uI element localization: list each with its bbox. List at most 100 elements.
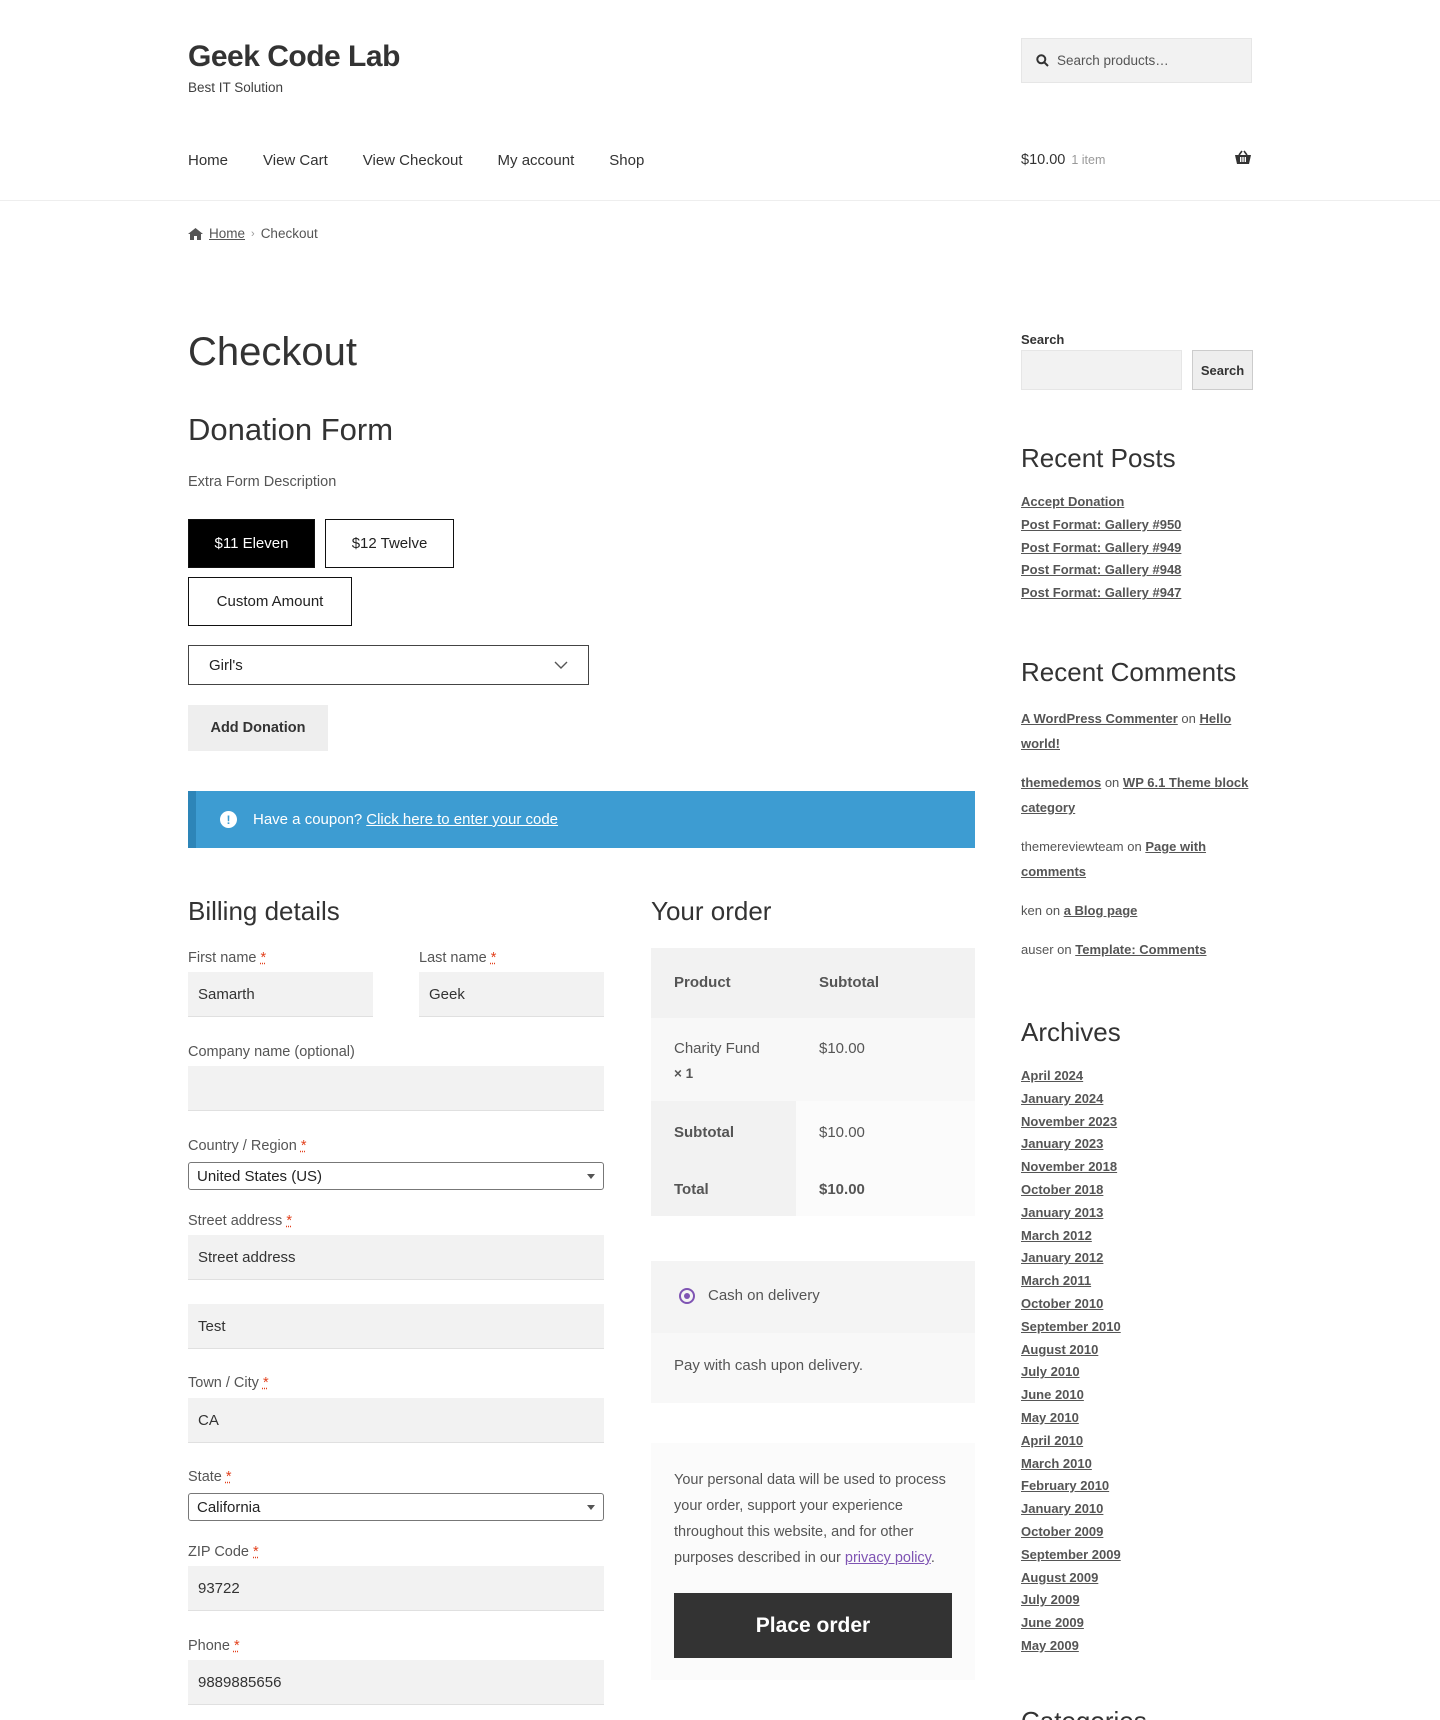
recent-comments-title: Recent Comments xyxy=(1021,657,1237,687)
recent-post-link[interactable]: Post Format: Gallery #948 xyxy=(1021,559,1261,582)
categories-title: Categories xyxy=(1021,1706,1147,1720)
col-subtotal-header: Subtotal xyxy=(819,974,879,991)
archive-link[interactable]: September 2009 xyxy=(1021,1544,1261,1567)
country-value: United States (US) xyxy=(197,1167,323,1185)
archive-link[interactable]: January 2012 xyxy=(1021,1247,1261,1270)
recent-comment-item: themedemos on WP 6.1 Theme block categor… xyxy=(1021,770,1251,820)
order-totals-labels xyxy=(651,1101,796,1216)
archive-link[interactable]: January 2010 xyxy=(1021,1498,1261,1521)
col-product-header: Product xyxy=(674,974,731,991)
place-order-button[interactable]: Place order xyxy=(674,1593,952,1658)
add-donation-button[interactable]: Add Donation xyxy=(188,705,328,751)
state-select[interactable]: California xyxy=(188,1493,604,1521)
nav-view-checkout[interactable]: View Checkout xyxy=(363,152,463,169)
archive-link[interactable]: February 2010 xyxy=(1021,1475,1261,1498)
archive-link[interactable]: June 2009 xyxy=(1021,1612,1261,1635)
basket-icon[interactable] xyxy=(1234,150,1252,169)
archive-link[interactable]: June 2010 xyxy=(1021,1384,1261,1407)
cod-label[interactable]: Cash on delivery xyxy=(708,1287,820,1304)
archive-link[interactable]: January 2013 xyxy=(1021,1202,1261,1225)
first-name-field[interactable]: Samarth xyxy=(188,972,373,1017)
page-title: Checkout xyxy=(188,330,357,374)
archive-link[interactable]: May 2009 xyxy=(1021,1635,1261,1658)
city-label: Town / City * xyxy=(188,1375,269,1391)
recent-post-link[interactable]: Accept Donation xyxy=(1021,491,1261,514)
subtotal-value: $10.00 xyxy=(819,1124,865,1141)
nav-my-account[interactable]: My account xyxy=(498,152,575,169)
last-name-field[interactable]: Geek xyxy=(419,972,604,1017)
archive-link[interactable]: January 2023 xyxy=(1021,1133,1261,1156)
archive-link[interactable]: May 2010 xyxy=(1021,1407,1261,1430)
archive-link[interactable]: October 2009 xyxy=(1021,1521,1261,1544)
archive-link[interactable]: July 2009 xyxy=(1021,1589,1261,1612)
coupon-text: Have a coupon? xyxy=(253,811,363,828)
nav-view-cart[interactable]: View Cart xyxy=(263,152,328,169)
info-icon: ! xyxy=(220,811,237,828)
archive-link[interactable]: March 2011 xyxy=(1021,1270,1261,1293)
archive-link[interactable]: March 2010 xyxy=(1021,1453,1261,1476)
archive-link[interactable]: April 2024 xyxy=(1021,1065,1261,1088)
nav-shop[interactable]: Shop xyxy=(609,152,644,169)
breadcrumb-separator: › xyxy=(251,227,255,240)
city-field[interactable]: CA xyxy=(188,1398,604,1443)
archives-list: April 2024 January 2024 November 2023 Janua… xyxy=(1021,1065,1261,1658)
privacy-policy-link[interactable]: privacy policy xyxy=(845,1550,931,1566)
archive-link[interactable]: August 2010 xyxy=(1021,1339,1261,1362)
zip-field[interactable]: 93722 xyxy=(188,1566,604,1611)
sidebar-search-label: Search xyxy=(1021,332,1065,347)
required-mark: * xyxy=(233,1638,240,1654)
amount-twelve-button[interactable]: $12 Twelve xyxy=(325,519,454,568)
zip-label: ZIP Code * xyxy=(188,1544,259,1560)
phone-field[interactable]: 9889885656 xyxy=(188,1660,604,1705)
required-mark: * xyxy=(260,950,267,966)
recent-post-link[interactable]: Post Format: Gallery #949 xyxy=(1021,537,1261,560)
archive-link[interactable]: November 2023 xyxy=(1021,1111,1261,1134)
chevron-down-icon xyxy=(554,661,568,669)
product-search-placeholder: Search products… xyxy=(1057,53,1169,68)
company-label: Company name (optional) xyxy=(188,1044,355,1060)
archive-link[interactable]: August 2009 xyxy=(1021,1567,1261,1590)
comment-author: ken xyxy=(1021,903,1042,918)
product-search-input[interactable]: Search products… xyxy=(1021,38,1252,83)
comment-author[interactable]: themedemos xyxy=(1021,775,1101,790)
order-item-qty: × 1 xyxy=(674,1066,694,1081)
sidebar-search-button[interactable]: Search xyxy=(1192,350,1253,390)
primary-nav: Home View Cart View Checkout My account … xyxy=(188,152,679,169)
last-name-label: Last name * xyxy=(419,950,497,966)
company-field[interactable] xyxy=(188,1066,604,1111)
country-select[interactable]: United States (US) xyxy=(188,1162,604,1190)
home-icon xyxy=(188,227,203,240)
order-item-price: $10.00 xyxy=(819,1040,865,1057)
country-label: Country / Region * xyxy=(188,1138,307,1154)
comment-post-link[interactable]: a Blog page xyxy=(1064,903,1138,918)
coupon-link[interactable]: Click here to enter your code xyxy=(366,811,558,828)
comment-post-link[interactable]: Template: Comments xyxy=(1075,942,1206,957)
sidebar-search-input[interactable] xyxy=(1021,350,1182,390)
recent-post-link[interactable]: Post Format: Gallery #950 xyxy=(1021,514,1261,537)
cart-count: 1 item xyxy=(1071,153,1106,167)
archive-link[interactable]: October 2010 xyxy=(1021,1293,1261,1316)
donation-cause-select[interactable]: Girl's xyxy=(188,645,589,685)
nav-home[interactable]: Home xyxy=(188,152,228,169)
coupon-notice: ! Have a coupon? Click here to enter you… xyxy=(188,791,975,848)
state-value: California xyxy=(197,1498,261,1516)
site-title[interactable]: Geek Code Lab xyxy=(188,40,400,74)
archive-link[interactable]: October 2018 xyxy=(1021,1179,1261,1202)
header-cart[interactable]: $10.00 1 item xyxy=(1021,152,1105,168)
payment-option-cod[interactable]: Cash on delivery xyxy=(651,1261,975,1333)
archive-link[interactable]: July 2010 xyxy=(1021,1361,1261,1384)
recent-post-link[interactable]: Post Format: Gallery #947 xyxy=(1021,582,1261,605)
archive-link[interactable]: November 2018 xyxy=(1021,1156,1261,1179)
cod-radio[interactable] xyxy=(679,1288,695,1304)
donation-cause-value: Girl's xyxy=(209,656,243,674)
street-address-line2-field[interactable]: Test xyxy=(188,1304,604,1349)
custom-amount-button[interactable]: Custom Amount xyxy=(188,577,352,626)
archive-link[interactable]: January 2024 xyxy=(1021,1088,1261,1111)
amount-eleven-button[interactable]: $11 Eleven xyxy=(188,519,315,568)
breadcrumb-home[interactable]: Home xyxy=(209,226,245,241)
archive-link[interactable]: September 2010 xyxy=(1021,1316,1261,1339)
comment-author[interactable]: A WordPress Commenter xyxy=(1021,711,1178,726)
street-address-line1-field[interactable]: Street address xyxy=(188,1235,604,1280)
archive-link[interactable]: April 2010 xyxy=(1021,1430,1261,1453)
archive-link[interactable]: March 2012 xyxy=(1021,1225,1261,1248)
